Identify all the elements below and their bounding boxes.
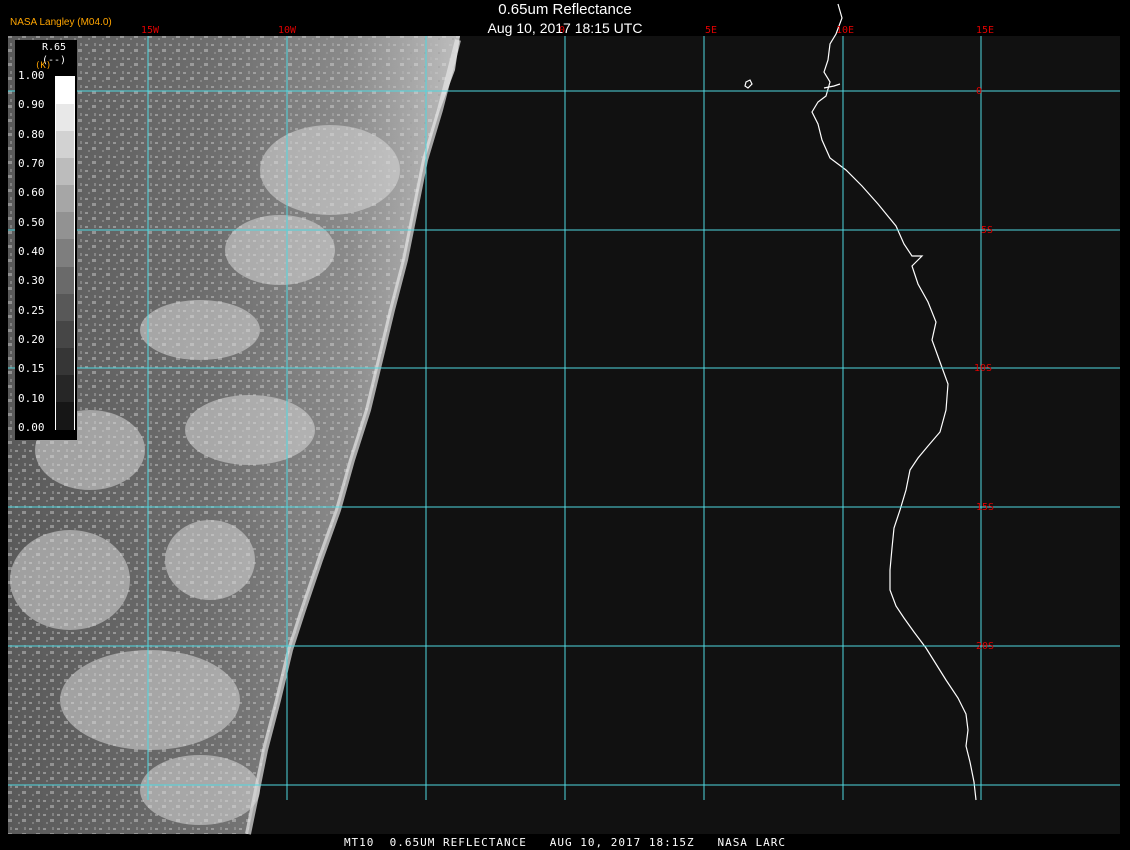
legend-color-swatch: [56, 77, 74, 105]
color-legend: R.65 (--) (K) 1.00 0.90 0.80 0.70 0.60 0.50 0.…: [15, 40, 77, 440]
legend-tick-label: 0.70: [18, 157, 45, 170]
legend-color-swatch: [56, 374, 74, 403]
legend-tick-label: 0.25: [18, 303, 45, 317]
lat-label-15s: 15S: [976, 502, 994, 513]
legend-tick-label: 0.10: [18, 391, 45, 405]
image-timestamp: Aug 10, 2017 18:15 UTC: [487, 20, 643, 36]
legend-tick-label: 0.50: [18, 215, 45, 229]
legend-tick-label: 0.20: [18, 333, 45, 346]
legend-tick-label: 0.00: [18, 421, 45, 434]
legend-color-swatch: [56, 185, 74, 214]
legend-variable: R.65: [41, 42, 67, 53]
legend-tick-label: 0.30: [18, 274, 45, 288]
legend-color-bar: [55, 76, 75, 430]
legend-color-swatch: [56, 131, 74, 160]
provider-label: NASA Langley (M04.0): [10, 17, 112, 28]
lat-label-10s: 10S: [974, 363, 992, 374]
lat-label-5s: 5S: [981, 225, 993, 236]
legend-color-swatch: [56, 320, 74, 349]
legend-color-swatch: [56, 266, 74, 295]
legend-color-swatch: [56, 293, 74, 322]
legend-color-swatch: [56, 401, 74, 430]
legend-color-swatch: [56, 239, 74, 268]
legend-color-swatch: [56, 212, 74, 241]
legend-tick-label: 0.60: [18, 186, 45, 200]
legend-color-swatch: [56, 347, 74, 376]
legend-tick-label: 0.80: [18, 127, 45, 141]
legend-tick-label: 0.15: [18, 362, 45, 376]
satellite-map: 15W 10W 0 5E 10E 15E 0 5S 10S 15S 20S: [8, 3, 1120, 835]
legend-tick-label: 0.90: [18, 98, 45, 112]
legend-tick-label: 1.00: [18, 69, 45, 82]
legend-unit: (--): [41, 55, 67, 66]
footer-caption: MT10 0.65UM REFLECTANCE AUG 10, 2017 18:…: [343, 836, 787, 849]
legend-color-swatch: [56, 158, 74, 187]
legend-tick-label: 0.40: [18, 245, 45, 258]
legend-color-swatch: [56, 104, 74, 133]
image-title: 0.65um Reflectance: [498, 1, 632, 18]
lat-label-20s: 20S: [976, 641, 994, 652]
lat-label-0: 0: [976, 86, 982, 97]
